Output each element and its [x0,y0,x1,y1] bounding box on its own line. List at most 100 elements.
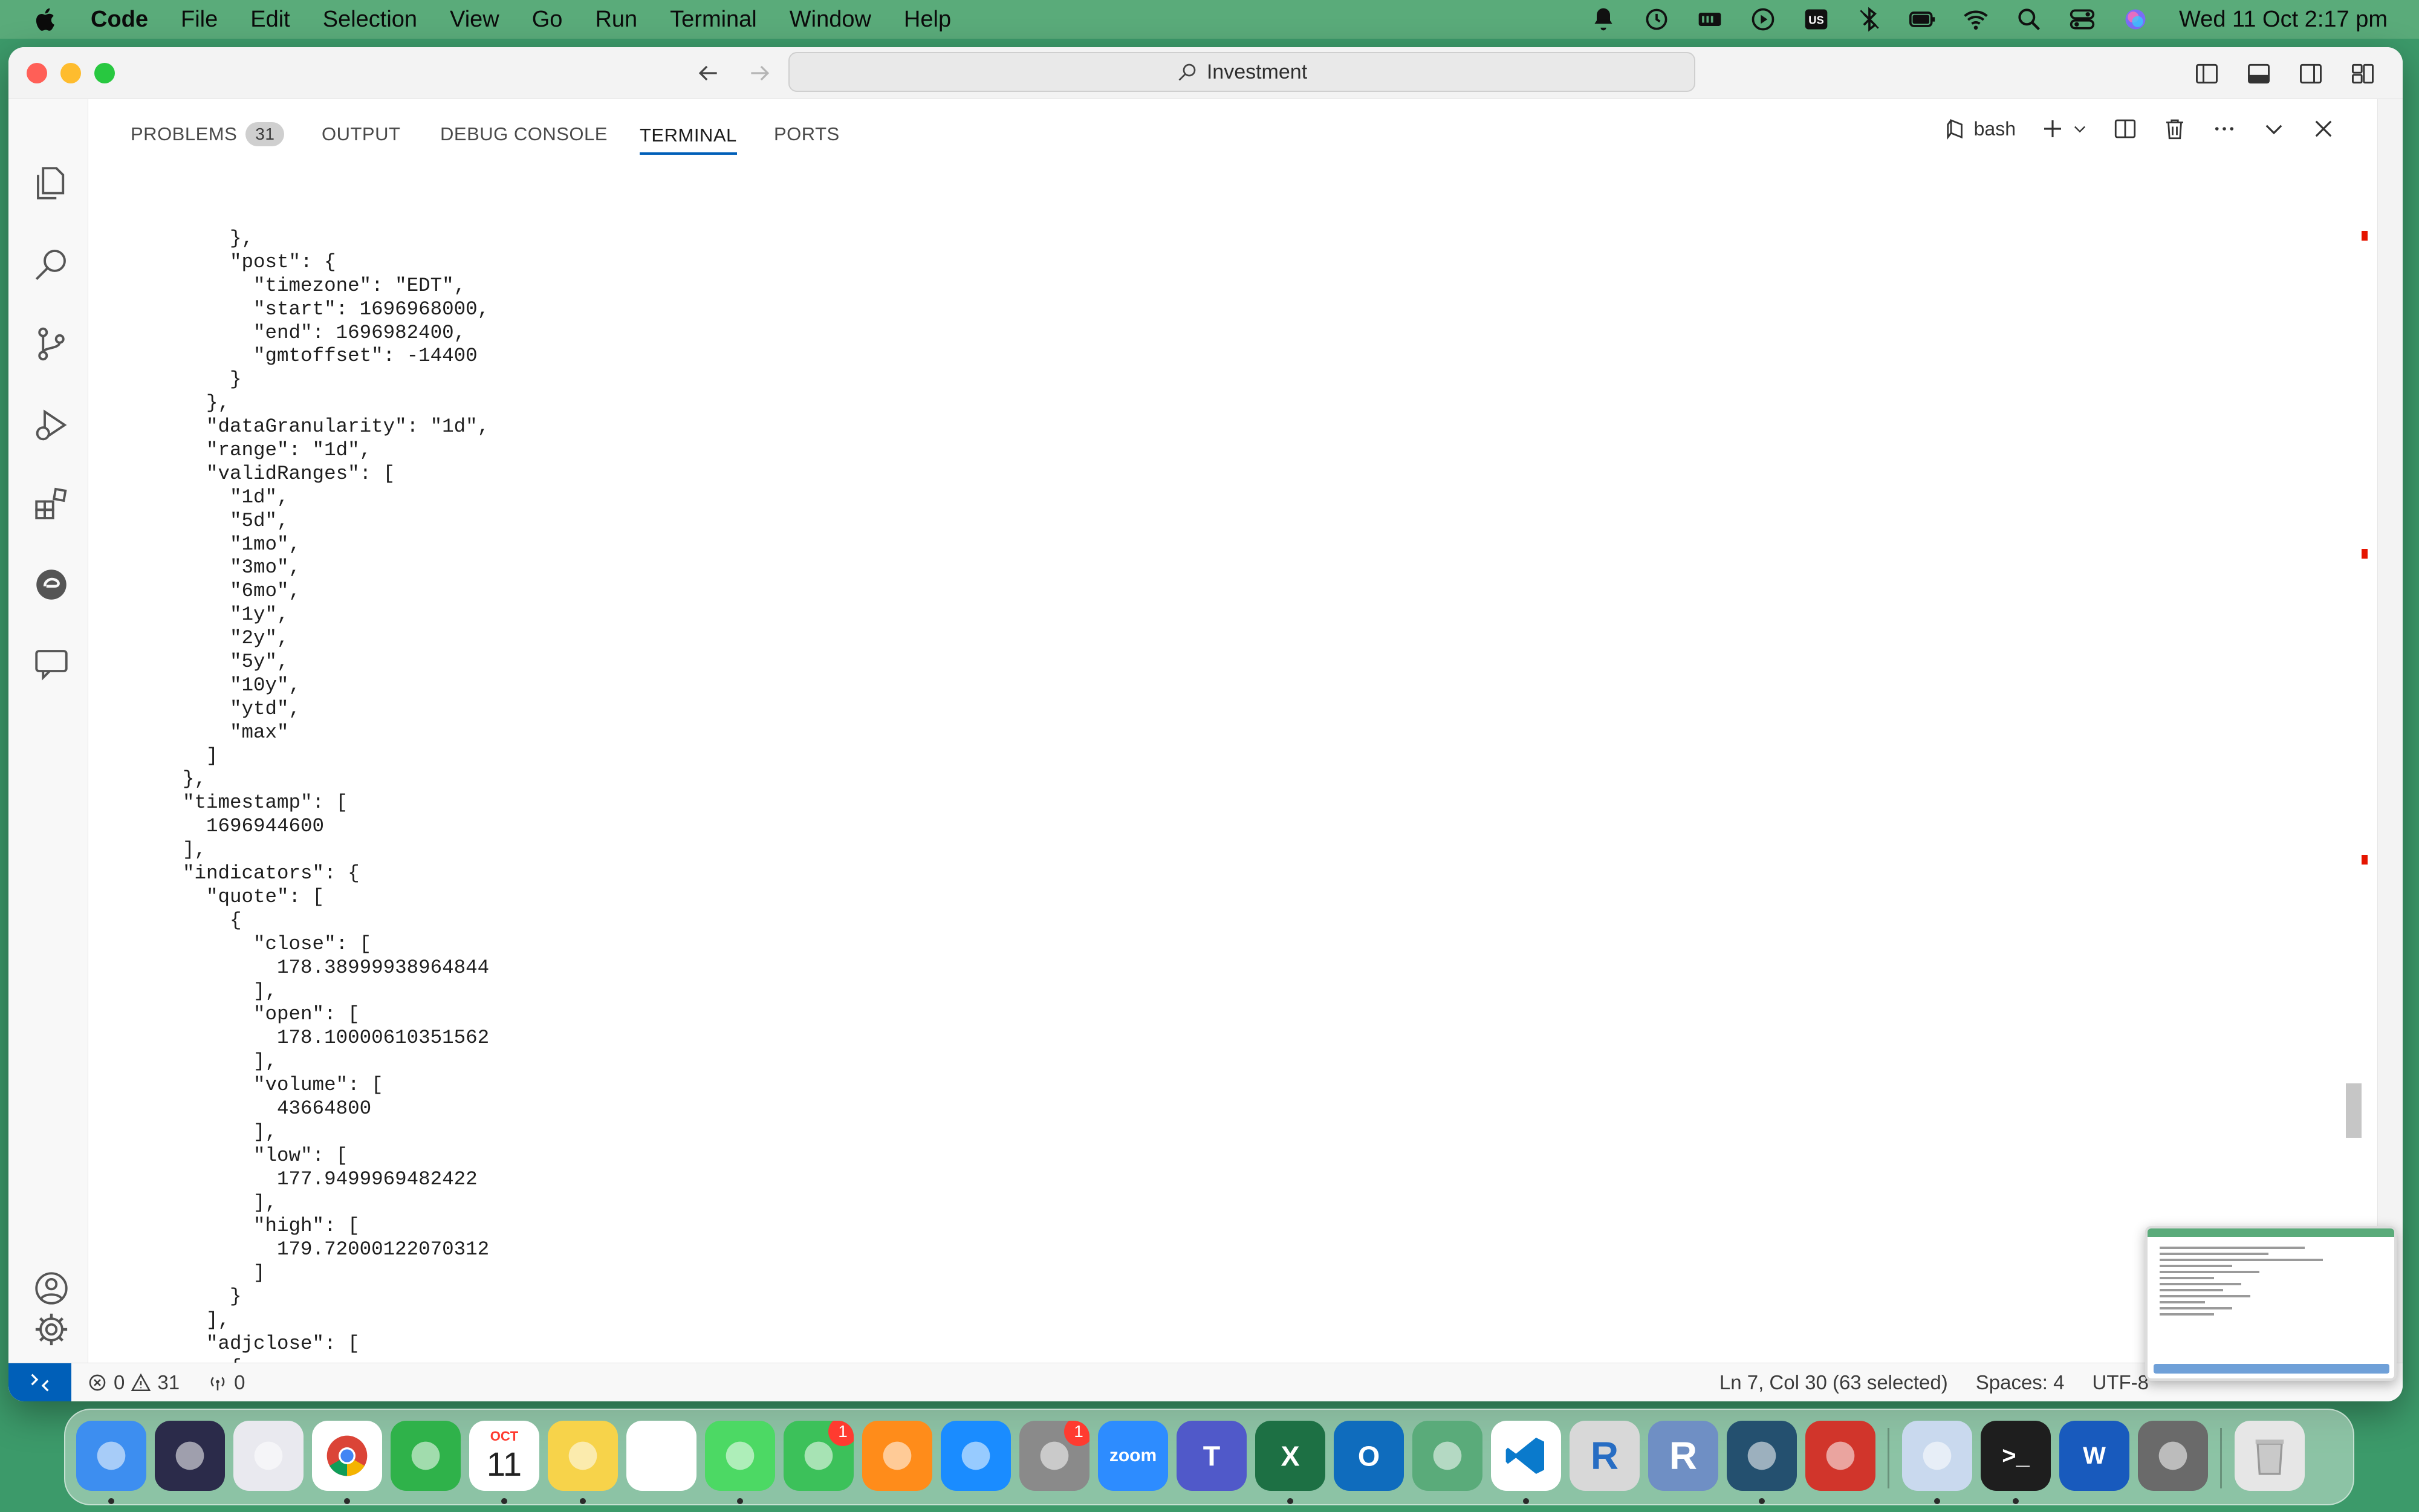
dock-app-word[interactable]: W [2059,1421,2129,1491]
menu-go[interactable]: Go [516,7,579,33]
indentation-setting[interactable]: Spaces: 4 [1976,1371,2065,1394]
terminal-output[interactable]: }, "post": { "timezone": "EDT", "start":… [88,164,2368,1363]
dock-app-icon [961,1441,990,1470]
terminal-line: }, [88,768,207,791]
customize-layout-icon[interactable] [2347,58,2378,89]
siri-icon[interactable] [2121,5,2150,34]
terminal-shell-selector[interactable]: bash [1943,116,2016,141]
dock-app-loading[interactable] [1412,1421,1482,1491]
dock-app-mathematica[interactable] [1805,1421,1875,1491]
dock-app-numbers[interactable] [391,1421,461,1491]
chat-icon[interactable] [31,644,71,684]
notification-bell-icon[interactable] [1589,5,1618,34]
battery-icon[interactable] [1908,5,1937,34]
go-forward-icon[interactable] [745,58,775,88]
ports-status-item[interactable]: 0 [207,1371,245,1394]
kill-terminal-trash-icon[interactable] [2162,116,2187,141]
toggle-primary-sidebar-icon[interactable] [2191,58,2223,89]
macos-menu-bar: Code File Edit Selection View Go Run Ter… [0,0,2419,39]
control-center-icon[interactable] [2068,5,2097,34]
dock-app-books[interactable] [862,1421,932,1491]
toggle-panel-icon[interactable] [2243,58,2275,89]
wifi-icon[interactable] [1961,5,1990,34]
window-zoom-button[interactable] [94,63,115,83]
menu-run[interactable]: Run [579,7,654,33]
tab-ports[interactable]: PORTS [774,118,840,150]
explorer-icon[interactable] [31,163,71,203]
spotlight-search-icon[interactable] [2015,5,2044,34]
terminal-scrollbar-thumb[interactable] [2346,1083,2362,1138]
edge-devtools-icon[interactable] [31,565,71,605]
dock-app-trash[interactable] [2235,1421,2305,1491]
dock-app-rstudio[interactable]: R [1648,1421,1718,1491]
tab-problems[interactable]: PROBLEMS 31 [131,118,285,150]
search-icon[interactable] [31,244,71,284]
split-terminal-icon[interactable] [2112,116,2138,141]
toggle-secondary-sidebar-icon[interactable] [2295,58,2326,89]
chevron-down-icon[interactable] [2071,120,2088,137]
menu-view[interactable]: View [433,7,516,33]
new-terminal-button[interactable] [2040,116,2088,141]
window-minimize-button[interactable] [60,63,81,83]
dock-app-finder[interactable] [76,1421,146,1491]
dock-app-r[interactable]: R [1570,1421,1640,1491]
menu-edit[interactable]: Edit [234,7,306,33]
menu-help[interactable]: Help [888,7,967,33]
more-actions-icon[interactable] [2212,116,2237,141]
cursor-position[interactable]: Ln 7, Col 30 (63 selected) [1719,1371,1948,1394]
dock-app-app-store[interactable] [941,1421,1011,1491]
dock-app-zoom[interactable]: zoom [1098,1421,1168,1491]
tab-output[interactable]: OUTPUT [322,118,400,150]
menu-file[interactable]: File [164,7,234,33]
bluetooth-icon[interactable] [1855,5,1884,34]
dock-app-quicktime[interactable] [2138,1421,2208,1491]
close-panel-icon[interactable] [2311,116,2336,141]
window-thumbnail-preview[interactable] [2145,1226,2397,1381]
file-encoding[interactable]: UTF-8 [2093,1371,2149,1394]
dock-app-chrome[interactable] [312,1421,382,1491]
dock-app-reminders[interactable] [626,1421,696,1491]
run-and-debug-icon[interactable] [31,405,71,445]
maximize-panel-chevron-icon[interactable] [2261,116,2287,141]
tab-debug-console[interactable]: DEBUG CONSOLE [440,118,608,150]
tab-terminal[interactable]: TERMINAL [640,118,737,155]
menu-window[interactable]: Window [773,7,888,33]
apple-menu-icon[interactable] [31,5,60,34]
go-back-icon[interactable] [693,58,723,88]
dock-app-calendar[interactable]: OCT 11 [469,1421,539,1491]
dock-app-mysql-workbench[interactable] [1727,1421,1797,1491]
dock-app-excel[interactable]: X [1255,1421,1325,1491]
status-bar: 0 31 0 Ln 7, Col 30 (63 selected) Spaces… [8,1363,2403,1401]
time-machine-icon[interactable] [1642,5,1671,34]
dock-app-launchpad[interactable] [233,1421,304,1491]
remote-icon [31,1373,49,1392]
dock-app-siri[interactable] [155,1421,225,1491]
problems-count-badge: 31 [245,122,285,146]
play-icon[interactable] [1748,5,1778,34]
dock-app-messages[interactable] [705,1421,775,1491]
dock-app-preview[interactable] [1902,1421,1972,1491]
dock-app-teams[interactable]: T [1177,1421,1247,1491]
window-close-button[interactable] [27,63,47,83]
battery-meter-icon[interactable] [1695,5,1724,34]
dock-app-vs-code[interactable] [1491,1421,1561,1491]
dock-app-outlook[interactable]: O [1334,1421,1404,1491]
remote-indicator-button[interactable] [8,1363,71,1401]
dock-app-facetime[interactable]: 1 [784,1421,854,1491]
dock-app-terminal[interactable]: >_ [1981,1421,2051,1491]
dock-app-system-settings[interactable]: 1 [1019,1421,1089,1491]
terminal-line: 178.10000610351562 [88,1027,490,1050]
menu-app-name[interactable]: Code [85,7,164,33]
tab-output-label: OUTPUT [322,123,401,144]
dock-app-notes[interactable] [548,1421,618,1491]
extensions-icon[interactable] [31,485,71,525]
keyboard-input-icon[interactable]: US [1802,5,1831,34]
source-control-icon[interactable] [31,324,71,364]
menu-terminal[interactable]: Terminal [654,7,773,33]
menu-selection[interactable]: Selection [307,7,433,33]
command-center-search[interactable]: Investment [788,52,1695,92]
manage-gear-icon[interactable] [31,1309,71,1349]
menu-bar-clock[interactable]: Wed 11 Oct 2:17 pm [2179,7,2388,33]
accounts-icon[interactable] [31,1268,71,1308]
problems-status-item[interactable]: 0 31 [87,1371,180,1394]
